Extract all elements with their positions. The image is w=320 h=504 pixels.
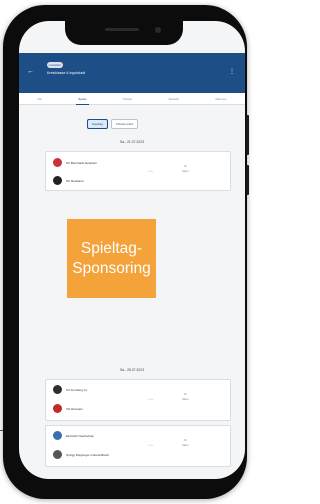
team-crest-icon xyxy=(53,176,62,185)
toggle-spieltag[interactable]: Spieltag xyxy=(87,119,108,129)
league-title: Kreisklasse A Ingolstadt xyxy=(47,71,86,75)
view-toggle: Spieltag Tabellenplatz xyxy=(87,119,139,129)
speaker xyxy=(105,28,139,31)
back-arrow-icon[interactable]: ← xyxy=(27,68,34,75)
camera xyxy=(155,27,161,33)
home-team: Eintracht Neufrechen xyxy=(53,431,94,440)
toggle-tabellenplatz[interactable]: Tabellenplatz xyxy=(110,119,139,129)
match-result: - : - xyxy=(148,443,153,447)
away-team-name: SpVgg Rüppinger-Unterwittbach xyxy=(66,452,110,457)
team-crest-icon xyxy=(53,404,62,413)
alarm-label: Alarm xyxy=(182,398,189,401)
home-team-name: SV Bernhardt-Hebstorn xyxy=(66,160,98,165)
away-team-name: VfL Elmstein xyxy=(66,406,83,411)
away-team: SpVgg Rüppinger-Unterwittbach xyxy=(53,450,109,459)
away-team: SC Reisbach xyxy=(53,176,84,185)
home-team-name: SV Arnsberg (L) xyxy=(66,387,88,392)
matchday-date: Sa., 28.07.2023 xyxy=(120,368,144,372)
more-icon[interactable]: ⋮ xyxy=(229,69,235,75)
sponsor-line-1: Spieltag- xyxy=(80,239,143,257)
volume-button xyxy=(246,115,249,155)
tab-aktionen[interactable]: Aktionen xyxy=(213,93,229,105)
matchday-date: Sa., 21.07.2023 xyxy=(120,140,144,144)
tab-statistik[interactable]: Statistik xyxy=(166,93,181,105)
tab-spiele[interactable]: Spiele xyxy=(76,93,89,105)
team-crest-icon xyxy=(53,158,62,167)
alarm-label: Alarm xyxy=(182,444,189,447)
match-card[interactable]: Eintracht Neufrechen SpVgg Rüppinger-Unt… xyxy=(45,425,231,467)
away-team: VfL Elmstein xyxy=(53,404,83,413)
liveticker-badge[interactable]: Liveticker xyxy=(47,62,63,68)
sponsoring-overlay: Spieltag- Sponsoring xyxy=(67,219,156,298)
match-result: - : - xyxy=(148,169,153,173)
sponsor-line-2: Sponsoring xyxy=(72,259,151,277)
team-crest-icon xyxy=(53,450,62,459)
match-result: - : - xyxy=(148,397,153,401)
home-team: SV Bernhardt-Hebstorn xyxy=(53,158,97,167)
team-crest-icon xyxy=(53,385,62,394)
stage: Liveticker ← Kreisklasse A Ingolstadt ⋮ … xyxy=(0,0,255,504)
match-card[interactable]: SV Arnsberg (L) VfL Elmstein - : - ⚬ Ala… xyxy=(45,379,231,421)
alarm-button[interactable]: ⚬ Alarm xyxy=(182,438,189,447)
alarm-button[interactable]: ⚬ Alarm xyxy=(182,392,189,401)
away-team-name: SC Reisbach xyxy=(66,178,84,183)
tab-tabelle[interactable]: Tabelle xyxy=(121,93,135,105)
tab-bar: Info Spiele Tabelle Statistik Aktionen xyxy=(19,93,245,105)
alarm-button[interactable]: ⚬ Alarm xyxy=(182,164,189,173)
team-crest-icon xyxy=(53,431,62,440)
home-team-name: Eintracht Neufrechen xyxy=(66,433,95,438)
power-button xyxy=(246,165,249,195)
tab-info[interactable]: Info xyxy=(35,93,44,105)
home-team: SV Arnsberg (L) xyxy=(53,385,87,394)
app-header: Liveticker ← Kreisklasse A Ingolstadt ⋮ xyxy=(19,53,245,93)
notch xyxy=(65,21,183,45)
match-card[interactable]: SV Bernhardt-Hebstorn SC Reisbach - : - … xyxy=(45,151,231,191)
alarm-label: Alarm xyxy=(182,170,189,173)
